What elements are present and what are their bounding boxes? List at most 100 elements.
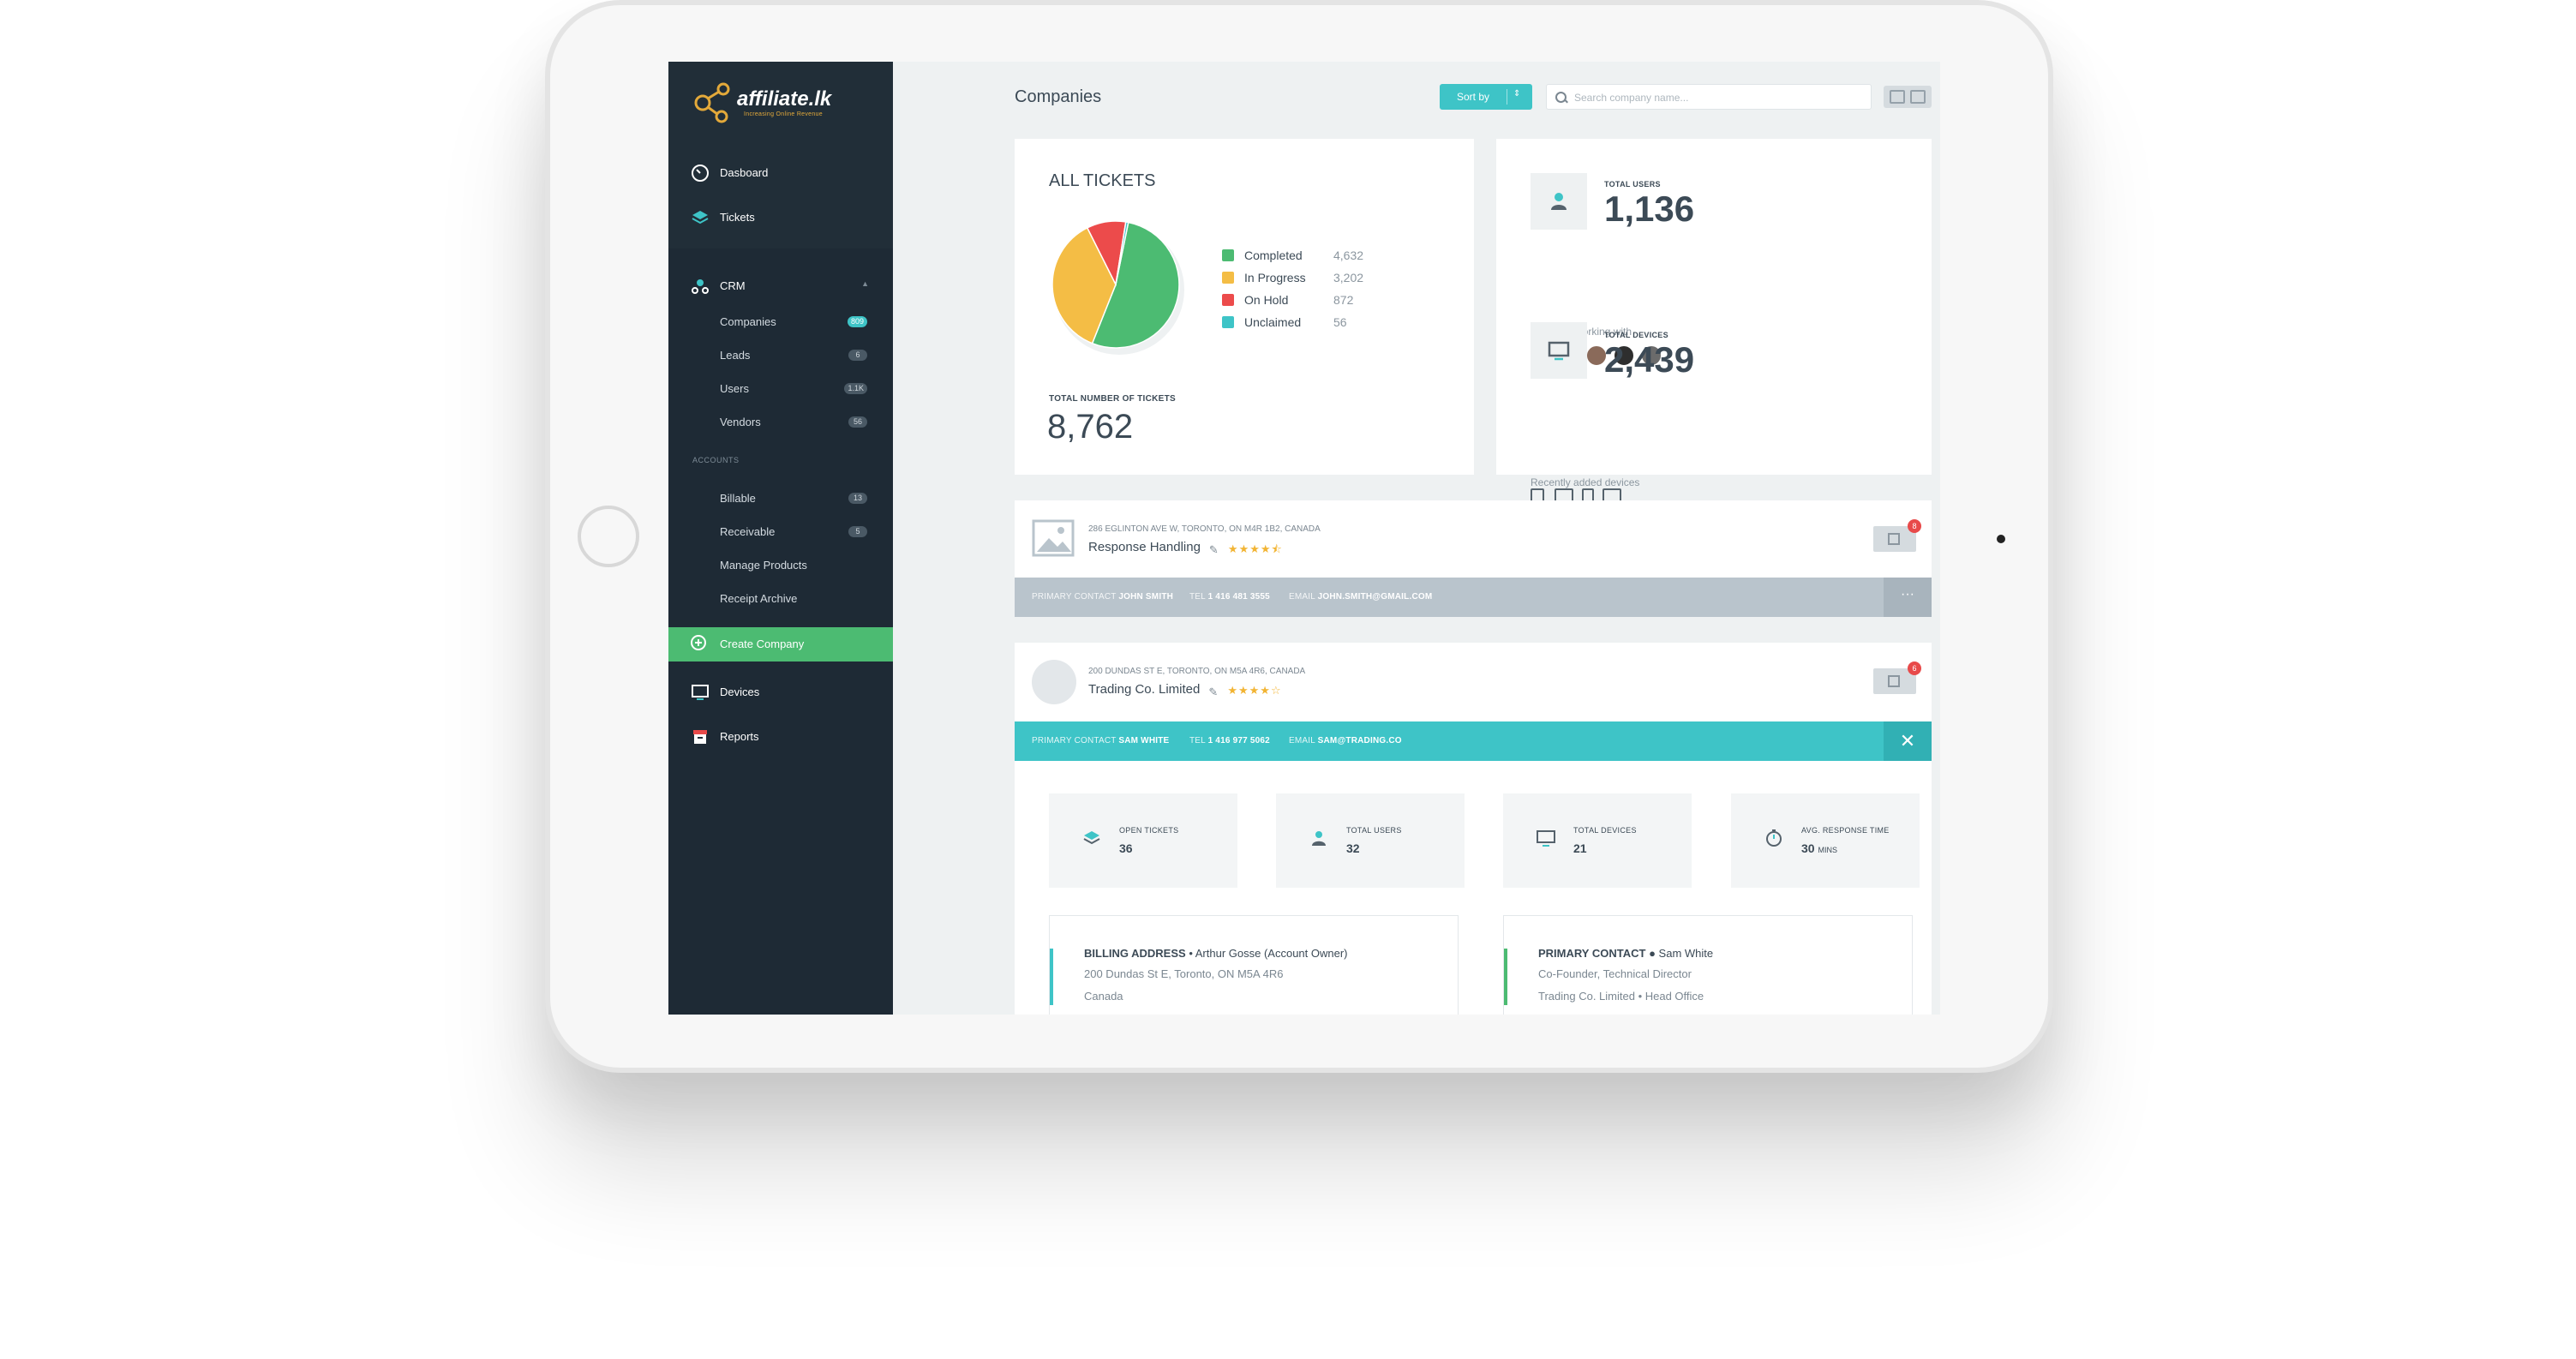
address-country: Canada	[1084, 990, 1123, 1003]
sidebar-item-vendors[interactable]: Vendors 56	[668, 407, 893, 436]
list-view-icon[interactable]	[1890, 90, 1905, 104]
kpi-value: 32	[1346, 841, 1360, 855]
sidebar-item-tickets[interactable]: Tickets	[668, 199, 893, 236]
primary-contact-text: PRIMARY CONTACT JOHN SMITH	[1032, 592, 1173, 602]
sidebar-item-label: Leads	[720, 349, 751, 362]
tel-key: TEL	[1189, 736, 1206, 745]
kpi-value: 30 MINS	[1801, 841, 1837, 855]
sidebar-item-billable[interactable]: Billable 13	[668, 483, 893, 512]
layers-icon	[1083, 831, 1100, 845]
accent-bar	[1050, 949, 1053, 1005]
sidebar-item-companies[interactable]: Companies 809	[668, 307, 893, 336]
users-icon	[1551, 193, 1567, 210]
more-options-button[interactable]: ···	[1884, 578, 1932, 617]
tickets-card-title: ALL TICKETS	[1049, 171, 1156, 190]
contact-bar: PRIMARY CONTACT SAM WHITE TEL 1 416 977 …	[1015, 721, 1932, 761]
company-avatar-placeholder	[1032, 660, 1076, 704]
sidebar-item-label: Devices	[720, 685, 760, 698]
edit-icon[interactable]: ✎	[1208, 685, 1218, 699]
kpi-unit: MINS	[1818, 846, 1837, 854]
kpi-number: 21	[1573, 841, 1587, 855]
count-badge: 5	[848, 526, 867, 537]
sidebar-item-label: Vendors	[720, 416, 761, 428]
total-users-label: TOTAL USERS	[1604, 180, 1661, 189]
company-address: 286 EGLINTON AVE W, TORONTO, ON M4R 1B2,…	[1088, 524, 1321, 534]
plus-circle-icon	[691, 635, 706, 650]
kpi-total-devices: TOTAL DEVICES 21	[1503, 793, 1692, 888]
primary-contact-key: PRIMARY CONTACT	[1032, 592, 1117, 602]
tel-text: TEL 1 416 481 3555	[1189, 592, 1270, 602]
legend-label: Unclaimed	[1244, 315, 1302, 329]
company-row[interactable]: 286 EGLINTON AVE W, TORONTO, ON M4R 1B2,…	[1015, 500, 1932, 617]
dashboard-icon	[692, 165, 709, 182]
company-row-expanded[interactable]: 200 DUNDAS ST E, TORONTO, ON M5A 4R6, CA…	[1015, 643, 1932, 1015]
company-address: 200 DUNDAS ST E, TORONTO, ON M5A 4R6, CA…	[1088, 667, 1306, 676]
logo-tagline: Increasing Online Revenue	[744, 111, 823, 117]
email-text: EMAIL JOHN.SMITH@GMAIL.COM	[1289, 592, 1432, 602]
layers-icon	[692, 211, 709, 225]
rating-stars: ★★★★☆	[1227, 684, 1282, 697]
sidebar-item-receivable[interactable]: Receivable 5	[668, 517, 893, 546]
logo[interactable]: affiliate.lk Increasing Online Revenue	[692, 75, 847, 127]
sidebar: affiliate.lk Increasing Online Revenue D…	[668, 62, 893, 1015]
billing-address-card: BILLING ADDRESS • Arthur Gosse (Account …	[1049, 915, 1459, 1015]
kpi-number: 32	[1346, 841, 1360, 855]
billing-title: BILLING ADDRESS	[1084, 947, 1186, 960]
home-button[interactable]	[578, 506, 639, 567]
section-label-accounts: ACCOUNTS	[692, 456, 740, 464]
email-text: EMAIL SAM@TRADING.CO	[1289, 736, 1402, 745]
logo-text: affiliate.lk	[737, 87, 832, 111]
primary-contact-name: SAM WHITE	[1118, 736, 1170, 745]
sidebar-item-manage-products[interactable]: Manage Products	[668, 550, 893, 579]
company-name[interactable]: Response Handling	[1088, 540, 1201, 554]
edit-icon[interactable]: ✎	[1209, 543, 1219, 557]
crm-icon	[692, 279, 709, 294]
count-badge: 1.1K	[844, 383, 867, 394]
page-title: Companies	[1015, 87, 1102, 106]
sort-by-label: Sort by	[1457, 91, 1490, 103]
tel-text: TEL 1 416 977 5062	[1189, 736, 1270, 745]
users-icon-box	[1531, 173, 1587, 230]
kpi-open-tickets: OPEN TICKETS 36	[1049, 793, 1237, 888]
chevron-up-icon[interactable]: ▲	[861, 279, 869, 288]
sidebar-item-leads[interactable]: Leads 6	[668, 340, 893, 369]
address-line: 200 Dundas St E, Toronto, ON M5A 4R6	[1084, 967, 1284, 980]
legend-swatch	[1222, 272, 1234, 284]
devices-icon-box	[1531, 322, 1587, 379]
sidebar-item-receipt-archive[interactable]: Receipt Archive	[668, 584, 893, 613]
sidebar-item-label: Users	[720, 382, 749, 395]
kpi-label: OPEN TICKETS	[1119, 826, 1179, 835]
sidebar-item-label: Tickets	[720, 211, 755, 224]
contact-bar: PRIMARY CONTACT JOHN SMITH TEL 1 416 481…	[1015, 578, 1932, 617]
sidebar-item-users[interactable]: Users 1.1K	[668, 374, 893, 403]
grid-view-icon[interactable]	[1910, 90, 1926, 104]
notification-badge: 8	[1908, 519, 1921, 533]
email-key: EMAIL	[1289, 592, 1315, 602]
stopwatch-icon	[1766, 829, 1782, 847]
search-input[interactable]	[1573, 89, 1859, 106]
sidebar-item-devices[interactable]: Devices	[668, 674, 893, 711]
camera	[1997, 535, 2005, 543]
billing-heading: BILLING ADDRESS • Arthur Gosse (Account …	[1084, 947, 1348, 960]
company-name[interactable]: Trading Co. Limited	[1088, 682, 1200, 697]
total-devices-label: TOTAL DEVICES	[1604, 331, 1668, 339]
search-icon	[1555, 92, 1567, 103]
kpi-label: AVG. RESPONSE TIME	[1801, 826, 1890, 835]
sort-by-button[interactable]: Sort by ⇕	[1440, 84, 1532, 110]
total-tickets-value: 8,762	[1047, 408, 1134, 446]
count-badge: 13	[848, 493, 867, 504]
tel-value: 1 416 977 5062	[1207, 736, 1270, 745]
email-key: EMAIL	[1289, 736, 1315, 745]
close-button[interactable]: ✕	[1884, 721, 1932, 761]
kpi-avg-response-time: AVG. RESPONSE TIME 30 MINS	[1731, 793, 1920, 888]
total-users-value: 1,136	[1604, 189, 1695, 229]
legend-swatch	[1222, 294, 1234, 306]
sidebar-item-dashboard[interactable]: Dasboard	[668, 154, 893, 192]
recently-added-label: Recently added devices	[1531, 476, 1640, 488]
sidebar-item-crm[interactable]: CRM ▲	[668, 267, 893, 305]
sidebar-item-reports[interactable]: Reports	[668, 718, 893, 756]
notification-badge: 6	[1908, 662, 1921, 675]
create-company-button[interactable]: Create Company	[668, 627, 893, 662]
legend-value: 3,202	[1333, 271, 1364, 284]
tel-value: 1 416 481 3555	[1207, 592, 1270, 602]
